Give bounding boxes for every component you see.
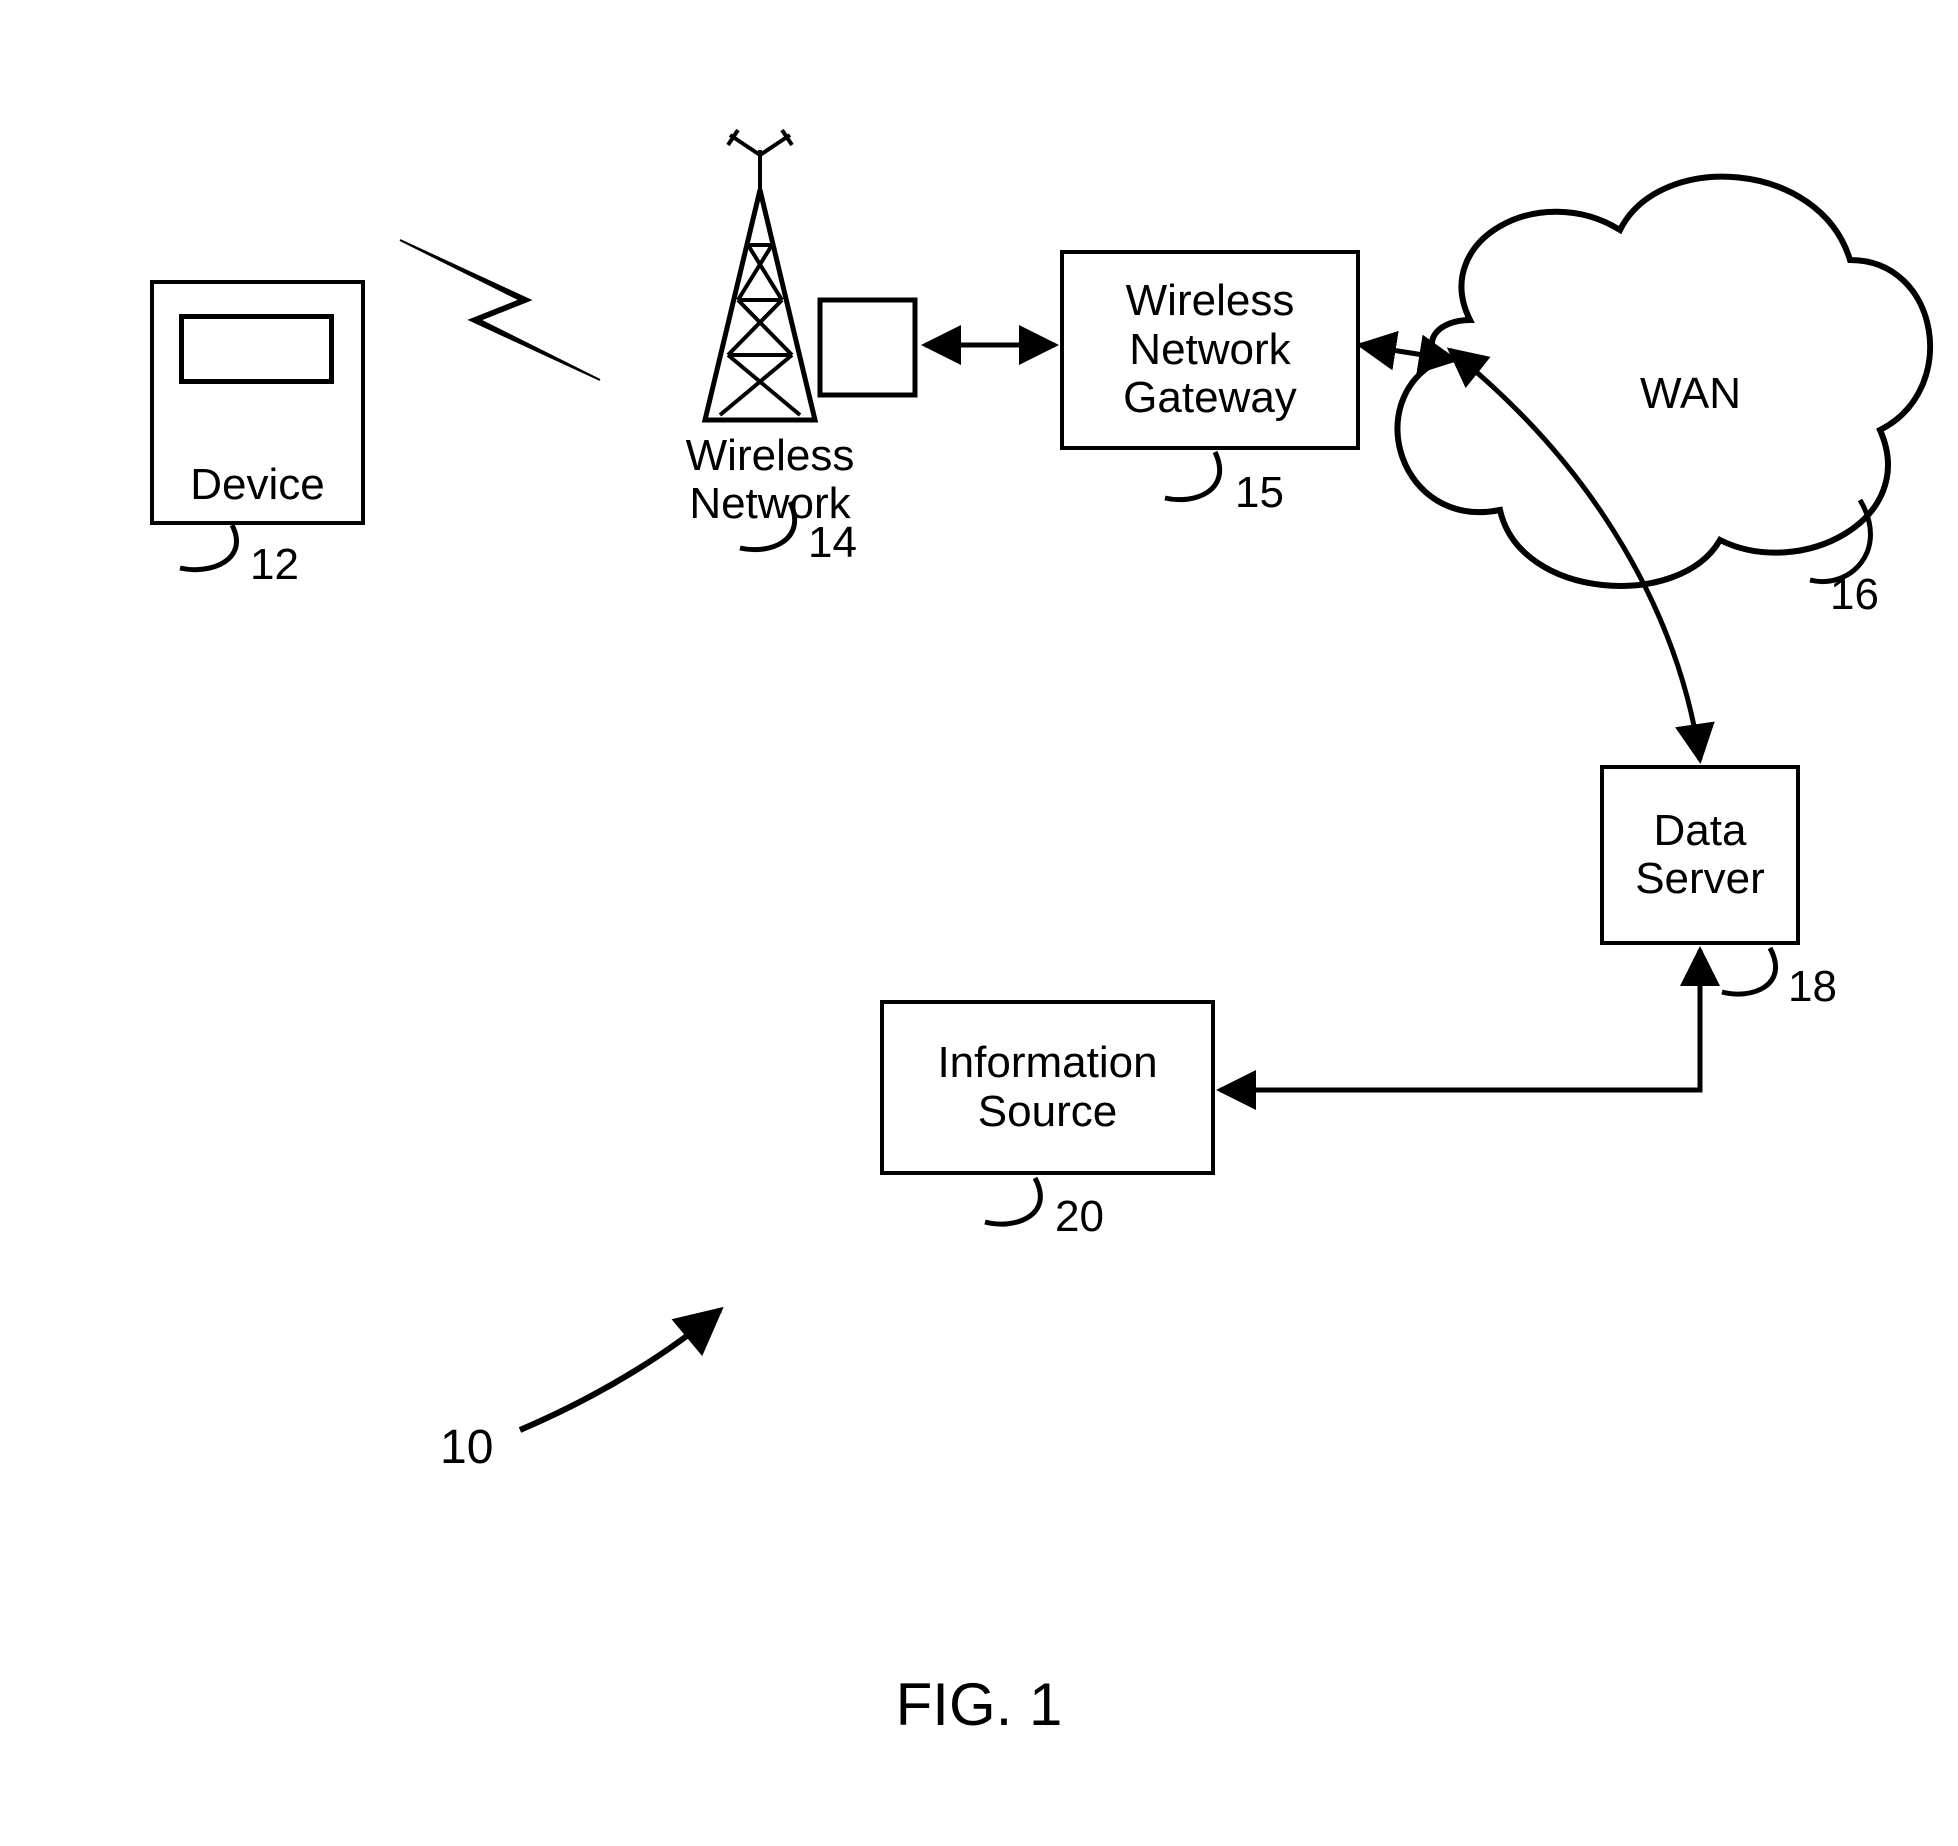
info-source-label: Information Source bbox=[937, 1039, 1157, 1136]
link-dataserver-infosource bbox=[1220, 950, 1700, 1090]
ref-hook-12 bbox=[180, 525, 236, 570]
ref-hook-18 bbox=[1722, 948, 1776, 994]
device-ref: 12 bbox=[250, 540, 299, 590]
data-server-label: Data Server bbox=[1635, 807, 1765, 904]
gateway-ref: 15 bbox=[1235, 468, 1284, 518]
device-node: Device bbox=[150, 280, 365, 525]
ref-hook-20 bbox=[985, 1178, 1040, 1224]
wan-ref: 16 bbox=[1830, 570, 1879, 620]
data-server-ref: 18 bbox=[1788, 962, 1837, 1012]
wireless-link-icon bbox=[400, 240, 600, 380]
ref-hook-15 bbox=[1165, 452, 1220, 500]
info-source-node: Information Source bbox=[880, 1000, 1215, 1175]
base-station-box bbox=[820, 300, 915, 395]
info-source-ref: 20 bbox=[1055, 1192, 1104, 1242]
gateway-node: Wireless Network Gateway bbox=[1060, 250, 1360, 450]
gateway-label: Wireless Network Gateway bbox=[1123, 277, 1297, 422]
wan-label: WAN bbox=[1640, 370, 1741, 418]
ref-arrow-10 bbox=[520, 1310, 720, 1430]
diagram-id: 10 bbox=[440, 1420, 493, 1475]
device-label: Device bbox=[154, 461, 361, 509]
tower-icon bbox=[705, 130, 815, 420]
diagram-stage: Device 12 Wireless Network 14 Wireless N… bbox=[0, 0, 1958, 1846]
figure-label: FIG. 1 bbox=[0, 1670, 1958, 1739]
device-screen-icon bbox=[179, 314, 334, 384]
wireless-network-label: Wireless Network bbox=[640, 432, 900, 529]
data-server-node: Data Server bbox=[1600, 765, 1800, 945]
wireless-network-ref: 14 bbox=[808, 518, 857, 568]
